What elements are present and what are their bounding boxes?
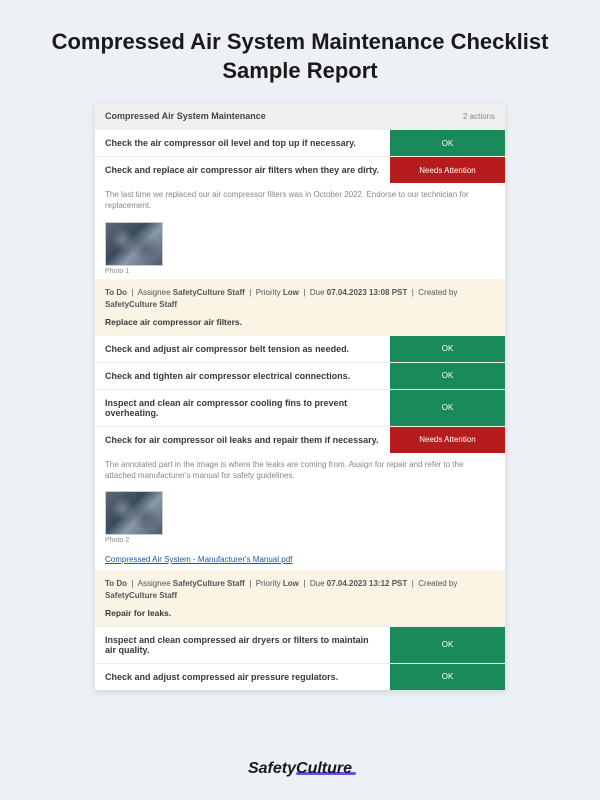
- todo-created-by: SafetyCulture Staff: [105, 591, 177, 600]
- status-badge: Needs Attention: [390, 157, 505, 183]
- page-title: Compressed Air System Maintenance Checkl…: [0, 0, 600, 103]
- check-row: Check for air compressor oil leaks and r…: [95, 426, 505, 453]
- todo-assignee-label: Assignee: [138, 579, 171, 588]
- todo-due: 07.04.2023 13:12 PST: [327, 579, 408, 588]
- todo-meta: To Do | Assignee SafetyCulture Staff | P…: [105, 287, 495, 311]
- todo-task: Replace air compressor air filters.: [105, 317, 495, 327]
- check-label: Check the air compressor oil level and t…: [95, 130, 390, 156]
- photo-thumbnail[interactable]: [105, 491, 163, 535]
- check-label: Check and adjust compressed air pressure…: [95, 664, 390, 690]
- check-row: Check the air compressor oil level and t…: [95, 129, 505, 156]
- todo-meta: To Do | Assignee SafetyCulture Staff | P…: [105, 578, 495, 602]
- check-note: The annotated part in the image is where…: [95, 453, 505, 487]
- check-label: Check and tighten air compressor electri…: [95, 363, 390, 389]
- todo-task: Repair for leaks.: [105, 608, 495, 618]
- brand-name: SafetyCulture: [248, 760, 352, 778]
- attachment-link[interactable]: Compressed Air System - Manufacturer's M…: [105, 555, 292, 564]
- todo-created-label: Created by: [418, 288, 457, 297]
- todo-priority: Low: [283, 579, 299, 588]
- todo-block: To Do | Assignee SafetyCulture Staff | P…: [95, 570, 505, 626]
- photo-caption: Photo 1: [105, 268, 495, 275]
- photo-caption: Photo 2: [105, 537, 495, 544]
- actions-count: 2 actions: [463, 112, 495, 121]
- todo-status: To Do: [105, 579, 127, 588]
- section-title: Compressed Air System Maintenance: [105, 111, 266, 121]
- todo-created-label: Created by: [418, 579, 457, 588]
- todo-priority-label: Priority: [256, 288, 281, 297]
- check-row: Check and adjust air compressor belt ten…: [95, 335, 505, 362]
- status-badge: OK: [390, 390, 505, 426]
- check-label: Check and adjust air compressor belt ten…: [95, 336, 390, 362]
- check-label: Check and replace air compressor air fil…: [95, 157, 390, 183]
- check-label: Inspect and clean air compressor cooling…: [95, 390, 390, 426]
- check-row: Inspect and clean air compressor cooling…: [95, 389, 505, 426]
- todo-assignee-label: Assignee: [138, 288, 171, 297]
- check-label: Check for air compressor oil leaks and r…: [95, 427, 390, 453]
- todo-priority-label: Priority: [256, 579, 281, 588]
- status-badge: OK: [390, 336, 505, 362]
- todo-due-label: Due: [310, 579, 325, 588]
- todo-created-by: SafetyCulture Staff: [105, 300, 177, 309]
- status-badge: Needs Attention: [390, 427, 505, 453]
- check-row: Inspect and clean compressed air dryers …: [95, 626, 505, 663]
- section-header: Compressed Air System Maintenance 2 acti…: [95, 103, 505, 129]
- footer-logo: SafetyCulture: [0, 760, 600, 778]
- status-badge: OK: [390, 664, 505, 690]
- photo-block: Photo 2: [95, 487, 505, 548]
- status-badge: OK: [390, 130, 505, 156]
- todo-priority: Low: [283, 288, 299, 297]
- check-row: Check and replace air compressor air fil…: [95, 156, 505, 183]
- check-label: Inspect and clean compressed air dryers …: [95, 627, 390, 663]
- photo-thumbnail[interactable]: [105, 222, 163, 266]
- todo-due-label: Due: [310, 288, 325, 297]
- report-card: Compressed Air System Maintenance 2 acti…: [95, 103, 505, 690]
- attachment-block: Compressed Air System - Manufacturer's M…: [95, 548, 505, 570]
- status-badge: OK: [390, 363, 505, 389]
- check-row: Check and tighten air compressor electri…: [95, 362, 505, 389]
- todo-assignee: SafetyCulture Staff: [173, 288, 245, 297]
- todo-block: To Do | Assignee SafetyCulture Staff | P…: [95, 279, 505, 335]
- status-badge: OK: [390, 627, 505, 663]
- photo-block: Photo 1: [95, 218, 505, 279]
- check-row: Check and adjust compressed air pressure…: [95, 663, 505, 690]
- todo-status: To Do: [105, 288, 127, 297]
- check-note: The last time we replaced our air compre…: [95, 183, 505, 217]
- todo-assignee: SafetyCulture Staff: [173, 579, 245, 588]
- todo-due: 07.04.2023 13:08 PST: [327, 288, 408, 297]
